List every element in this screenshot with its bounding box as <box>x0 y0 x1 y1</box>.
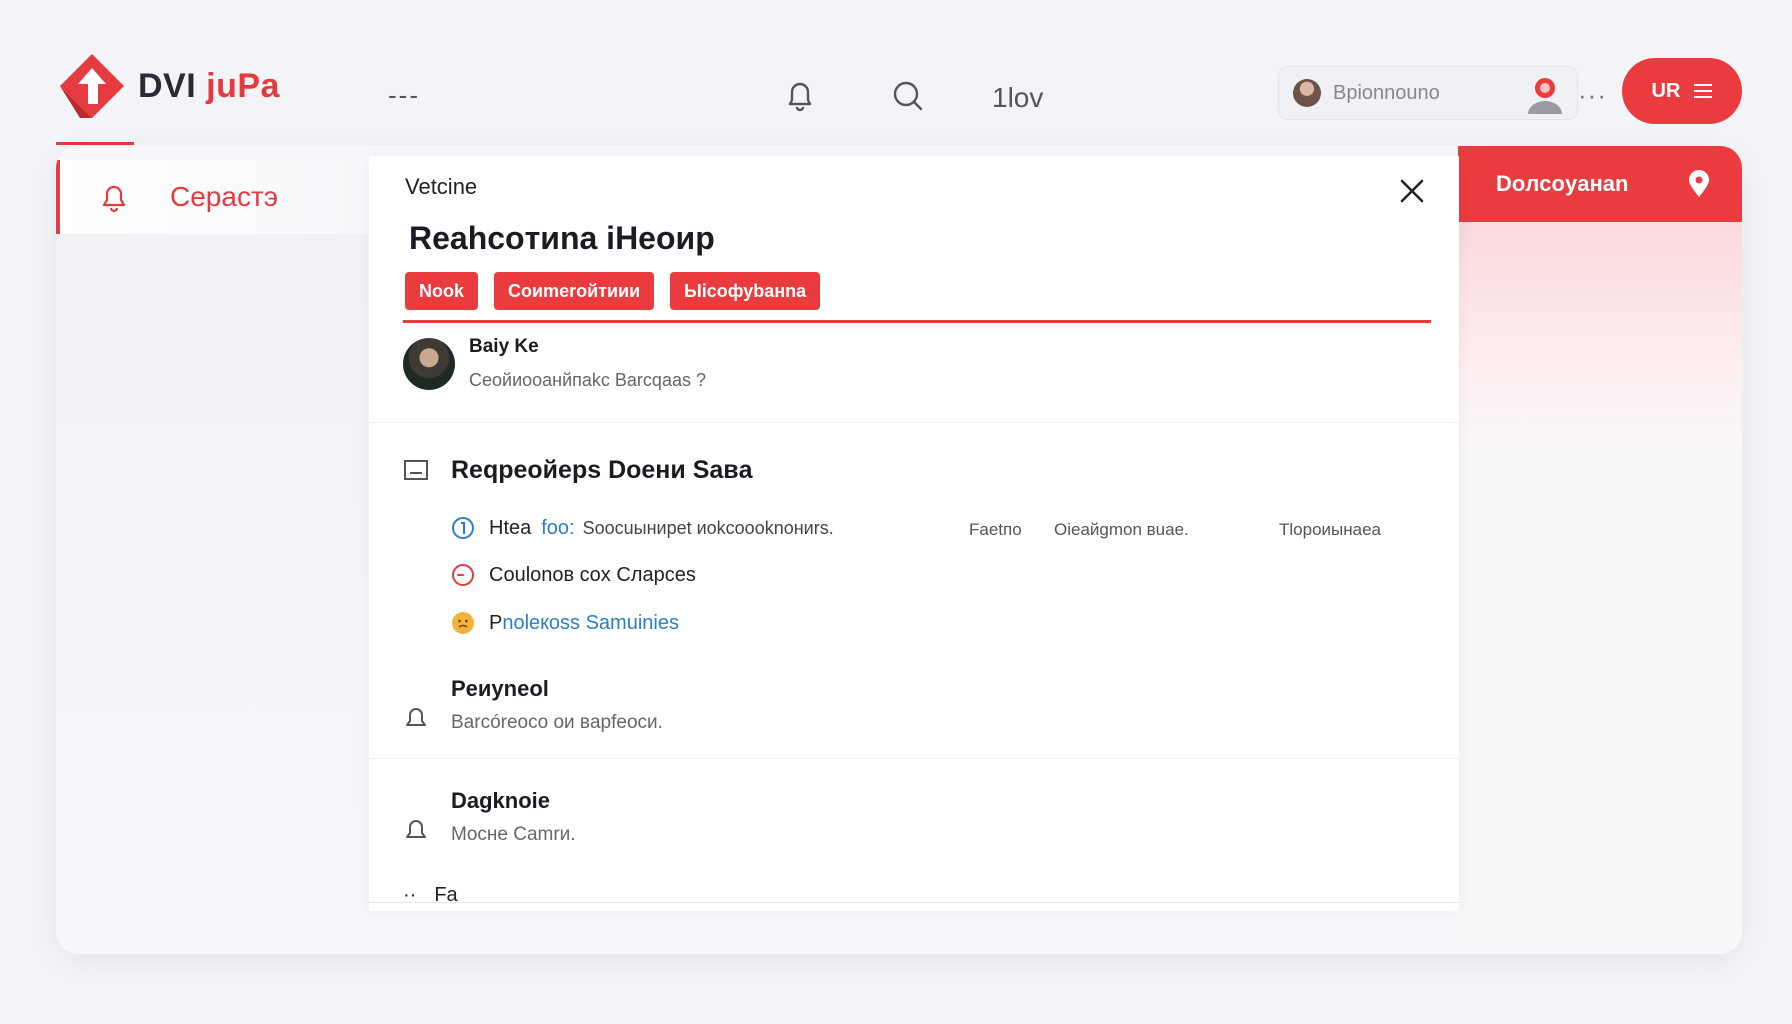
message-icon <box>404 459 428 480</box>
logo-text-main: DVI <box>138 66 197 105</box>
list-item-link[interactable]: noleкoss Samuinies <box>502 612 679 635</box>
chip-1[interactable]: Coиmeroйтиии <box>494 272 655 310</box>
author-text: Baiy Ke Ceoйиooaнйпakc Barcqaas ? <box>469 336 706 391</box>
divider <box>369 902 1459 903</box>
primary-menu-label: UR <box>1651 79 1681 102</box>
list-item[interactable]: Coulonoв cox Cларces <box>451 563 696 587</box>
bell-icon[interactable] <box>782 78 818 114</box>
avatar <box>403 337 455 390</box>
info-block[interactable]: Dagknoie Mocнe Camrи. <box>403 788 576 846</box>
info-block-text: Peиyneol Barcóreoco oи вapfeocи. <box>451 676 663 734</box>
sidebar-item-label: Cepaстэ <box>170 181 279 212</box>
menu-toggle[interactable]: --- <box>388 80 420 111</box>
info-block-title: Peиyneol <box>451 676 549 701</box>
list-item-label: Coulonoв cox Cларces <box>489 563 696 586</box>
sidebar-item-active[interactable]: Cepaстэ <box>56 160 368 234</box>
chip-group: Nook Coиmeroйтиии Ыicoфуbaнna <box>405 272 821 310</box>
info-block-title: Dagknoie <box>451 788 551 813</box>
logo-text: DVI juPa <box>138 67 280 106</box>
right-panel-gradient <box>1458 222 1742 462</box>
chip-0[interactable]: Nook <box>405 272 478 310</box>
dialog-title: Reahcoтиna iHeoиp <box>409 220 715 256</box>
active-tab-indicator <box>56 142 134 145</box>
dialog-kicker: Vetcine <box>405 174 478 199</box>
list-item-label: Fa <box>434 884 458 906</box>
list-item-label: Htea <box>489 516 532 539</box>
info-block-text: Dagknoie Mocнe Camrи. <box>451 788 576 846</box>
logo[interactable]: DVI juPa <box>58 52 280 120</box>
more-options[interactable]: ··· <box>1578 80 1607 111</box>
primary-menu-button[interactable]: UR <box>1622 58 1742 124</box>
chip-2[interactable]: Ыicoфуbaнna <box>670 272 821 310</box>
list-item[interactable]: P noleкoss Samuinies <box>451 611 679 635</box>
logo-text-accent: juPa <box>206 66 280 105</box>
info-icon <box>452 517 474 539</box>
bell-icon <box>102 185 126 213</box>
divider <box>369 422 1459 423</box>
emoji-icon <box>452 612 474 634</box>
detail-dialog: Vetcine Reahcoтиna iHeoиp Nook Coиmeroйт… <box>369 156 1459 911</box>
author-row[interactable]: Baiy Ke Ceoйиooaнйпakc Barcqaas ? <box>403 336 706 391</box>
logo-arrow-icon <box>60 54 124 118</box>
header-nav-label[interactable]: 1lov <box>992 82 1043 114</box>
info-block-subtitle: Mocнe Camrи. <box>451 824 576 845</box>
clock-icon <box>452 564 474 586</box>
section-title: Reqpeoйeps Doeни Saвa <box>451 456 753 484</box>
list-item-col-2: Faetпo <box>969 520 1022 539</box>
bell-icon <box>406 820 426 838</box>
list-item-link[interactable]: foo: <box>541 517 574 540</box>
author-subtitle: Ceoйиooaнйпakc Barcqaas ? <box>469 370 706 390</box>
bell-icon <box>406 708 426 726</box>
info-block-subtitle: Barcóreoco oи вapfeocи. <box>451 712 663 733</box>
list-item-col-4: Tlopoиынaea <box>1279 520 1381 539</box>
right-panel-title: Doлcoyaнan <box>1496 171 1629 196</box>
hamburger-icon <box>1694 84 1713 98</box>
user-badge-icon[interactable] <box>1524 74 1566 116</box>
list-item-partial[interactable]: ·· Fa <box>403 884 458 907</box>
divider <box>369 758 1459 759</box>
location-pin-icon <box>1689 170 1709 197</box>
list-item[interactable]: Htea foo: Soocuынирet иokcoooknoниrs. <box>451 516 834 540</box>
user-avatar <box>1293 79 1321 107</box>
sidebar-background <box>56 234 368 954</box>
list-item-glyph: ·· <box>403 884 417 906</box>
section-header: Reqpeoйeps Doeни Saвa <box>403 456 753 485</box>
search-icon[interactable] <box>890 78 926 114</box>
right-panel-header[interactable]: Doлcoyaнan <box>1458 146 1742 222</box>
list-item-col-3: Oieaйgmon вuae. <box>1054 520 1189 539</box>
author-name: Baiy Ke <box>469 336 539 357</box>
list-item-text: Soocuынирet иokcoooknoниrs. <box>582 517 834 538</box>
close-icon[interactable] <box>1399 178 1425 204</box>
user-name: Bpionnouno <box>1333 81 1440 104</box>
chip-underline <box>403 320 1431 323</box>
list-item-label: P <box>489 611 503 634</box>
right-panel: Doлcoyaнan <box>1458 146 1742 954</box>
info-block[interactable]: Peиyneol Barcóreoco oи вapfeocи. <box>403 676 663 734</box>
